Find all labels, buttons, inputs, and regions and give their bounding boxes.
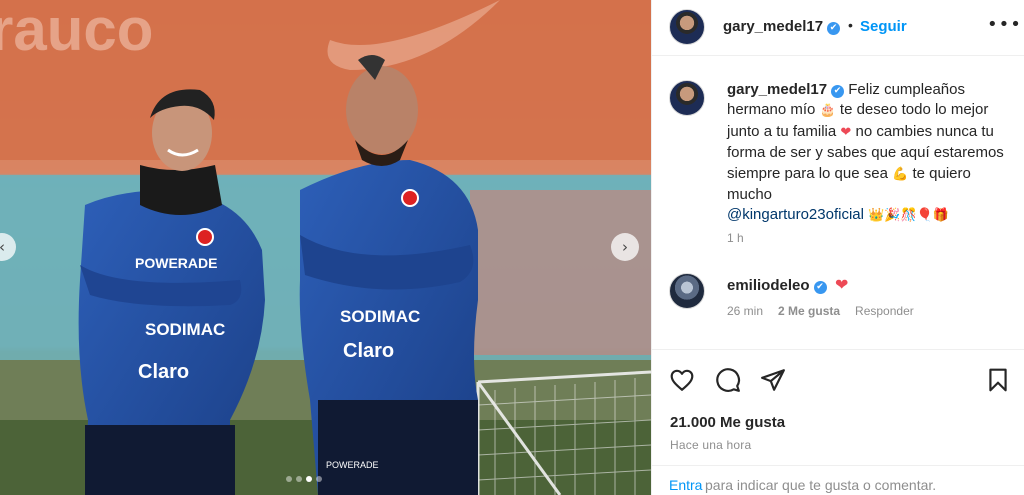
sponsor-left-2: Claro <box>138 361 189 383</box>
chevron-right-icon: › <box>622 238 628 256</box>
celebration-emoji-icons: 👑🎉🎊🎈🎁 <box>868 208 950 224</box>
sponsor-right-2: Claro <box>343 340 394 362</box>
cake-emoji-icon: 🎂 <box>819 103 836 119</box>
banner-text: rauco <box>0 0 153 63</box>
login-link[interactable]: Entra <box>669 477 702 493</box>
commenter-username-text[interactable]: emiliodeleo <box>727 277 810 294</box>
comment-heart-emoji-icon: ❤ <box>835 275 849 294</box>
follow-button[interactable]: Seguir <box>860 18 907 35</box>
chevron-left-icon: ‹ <box>0 238 5 256</box>
photo-scene: rauco POWERADE SODIMAC Claro SODIMAC Cla… <box>0 0 651 495</box>
author-username[interactable]: gary_medel17 ✔ <box>723 18 841 35</box>
post-header: gary_medel17 ✔ • Seguir ••• <box>652 0 1024 56</box>
caption-username[interactable]: gary_medel17 <box>727 81 827 98</box>
post-side-panel: gary_medel17 ✔ • Seguir ••• gary_medel17 ✔… <box>651 0 1024 495</box>
login-prompt-text: para indicar que te gusta o comentar. <box>705 477 937 493</box>
comment-button[interactable] <box>715 367 743 395</box>
caption-author-avatar[interactable] <box>669 80 705 116</box>
jersey-text-left: POWERADE <box>135 255 217 271</box>
caption-text: gary_medel17 ✔ Feliz cumpleaños hermano m… <box>727 80 1017 227</box>
paper-plane-icon <box>761 369 785 391</box>
commenter-username[interactable]: emiliodeleo ✔ <box>727 277 827 294</box>
sponsor-left: SODIMAC <box>145 320 225 339</box>
instagram-post: rauco POWERADE SODIMAC Claro SODIMAC Cla… <box>0 0 1024 495</box>
carousel-dot <box>316 476 322 482</box>
save-button[interactable] <box>985 367 1013 395</box>
comment-time[interactable]: 26 min <box>727 304 763 318</box>
author-username-text[interactable]: gary_medel17 <box>723 18 823 35</box>
commenter-avatar[interactable] <box>669 273 705 309</box>
mention-link[interactable]: @kingarturo23oficial <box>727 206 864 223</box>
post-time[interactable]: Hace una hora <box>670 438 751 452</box>
muscle-emoji-icon: 💪 <box>892 166 909 182</box>
more-options-icon[interactable]: ••• <box>987 14 1022 35</box>
author-avatar[interactable] <box>669 9 705 45</box>
carousel-next-button[interactable]: › <box>611 233 639 261</box>
post-actions: 21.000 Me gusta Hace una hora Entra para… <box>652 349 1024 494</box>
verified-badge-icon: ✔ <box>827 22 841 35</box>
caption-timestamp[interactable]: 1 h <box>727 231 744 245</box>
carousel-dot <box>286 476 292 482</box>
comment-bubble-icon <box>716 368 740 392</box>
post-image[interactable]: rauco POWERADE SODIMAC Claro SODIMAC Cla… <box>0 0 651 495</box>
sponsor-right: SODIMAC <box>340 307 420 326</box>
comment-meta: 26 min 2 Me gusta Responder <box>727 304 914 318</box>
comments-section[interactable]: gary_medel17 ✔ Feliz cumpleaños hermano m… <box>652 57 1024 347</box>
comment-likes[interactable]: 2 Me gusta <box>778 304 840 318</box>
carousel-dots <box>286 476 322 482</box>
likes-count[interactable]: 21.000 Me gusta <box>670 414 785 431</box>
verified-badge-icon: ✔ <box>831 85 845 98</box>
login-prompt: Entra para indicar que te gusta o coment… <box>652 465 1024 495</box>
bookmark-icon <box>989 368 1007 392</box>
shorts-text: POWERADE <box>326 460 379 470</box>
heart-emoji-icon: ❤ <box>840 124 852 140</box>
carousel-dot <box>296 476 302 482</box>
reply-button[interactable]: Responder <box>855 304 914 318</box>
verified-badge-icon: ✔ <box>813 281 827 294</box>
like-button[interactable] <box>669 367 697 395</box>
carousel-dot-active <box>306 476 312 482</box>
share-button[interactable] <box>760 367 788 395</box>
heart-outline-icon <box>670 369 694 391</box>
header-separator: • <box>848 17 853 33</box>
